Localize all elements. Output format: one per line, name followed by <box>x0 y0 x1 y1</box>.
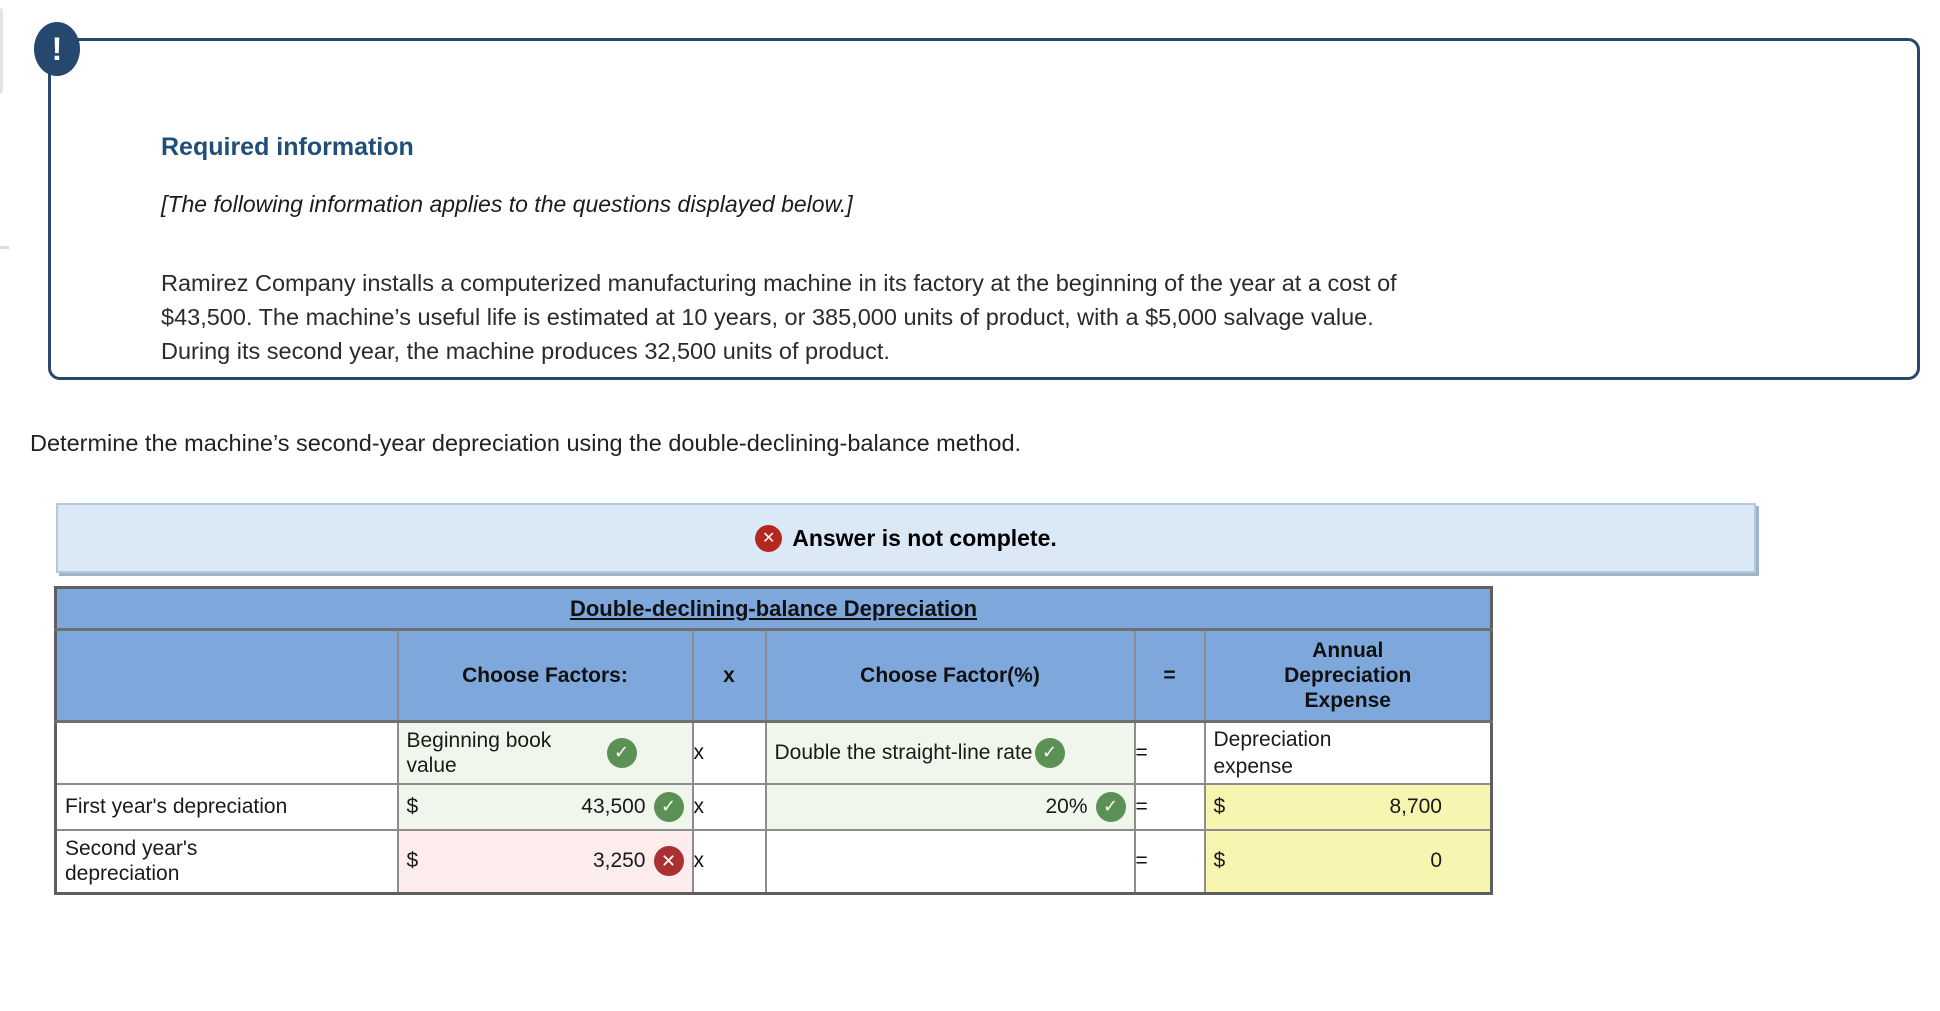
factor-input-cell[interactable]: $ 43,500 ✓ <box>396 782 694 831</box>
table-row: Beginning book value ✓ x Double the stra… <box>54 720 1493 785</box>
left-edge-divider <box>0 8 3 94</box>
currency-symbol: $ <box>1213 794 1226 818</box>
factor-dropdown-cell[interactable]: Beginning book value ✓ <box>396 720 694 785</box>
depreciation-table: Double-declining-balance Depreciation Ch… <box>54 586 1493 895</box>
answer-status-banner: ✕ Answer is not complete. <box>56 503 1756 573</box>
row-label-cell <box>54 720 399 785</box>
currency-symbol: $ <box>406 794 419 818</box>
left-edge-divider <box>0 246 9 249</box>
required-information-panel: Required information [The following info… <box>48 38 1920 380</box>
row-label-cell: Second year's depreciation <box>54 828 399 895</box>
row-label-cell: First year's depreciation <box>54 782 399 831</box>
applies-to-questions-note: [The following information applies to th… <box>161 191 853 217</box>
annual-computed-value: 8,700 <box>1389 794 1442 818</box>
table-title-cell: Double-declining-balance Depreciation <box>54 586 1493 631</box>
problem-statement: Ramirez Company installs a computerized … <box>161 266 1861 368</box>
factor-input-value[interactable]: 3,250 <box>418 849 646 873</box>
header-choose-factor-percent: Choose Factor(%) <box>764 628 1136 723</box>
answer-status-text: Answer is not complete. <box>792 524 1057 551</box>
table-title-row: Double-declining-balance Depreciation <box>54 586 1493 631</box>
header-choose-factors: Choose Factors: <box>396 628 694 723</box>
correct-icon: ✓ <box>1095 791 1126 822</box>
annual-computed-value: 0 <box>1430 849 1442 873</box>
header-equals: = <box>1133 628 1206 723</box>
problem-statement-line: $43,500. The machine’s useful life is es… <box>161 304 1374 330</box>
correct-icon: ✓ <box>606 737 637 768</box>
problem-statement-line: During its second year, the machine prod… <box>161 338 890 364</box>
factor-selected-value[interactable]: Beginning book value <box>407 728 607 778</box>
times-operator: x <box>691 720 767 785</box>
table-row: Second year's depreciation $ 3,250 ✕ x =… <box>54 828 1493 895</box>
page: ! Required information [The following in… <box>0 0 1940 1011</box>
correct-icon: ✓ <box>1034 737 1065 768</box>
header-blank <box>54 628 399 723</box>
correct-icon: ✓ <box>653 791 684 822</box>
currency-symbol: $ <box>406 849 419 873</box>
incorrect-icon: ✕ <box>755 524 783 552</box>
header-times: x <box>691 628 767 723</box>
rate-input-cell[interactable]: 20% ✓ <box>764 782 1136 831</box>
table-header-row: Choose Factors: x Choose Factor(%) = Ann… <box>54 628 1493 723</box>
rate-selected-value[interactable]: Double the straight-line rate <box>775 740 1035 765</box>
exclamation-icon: ! <box>34 22 80 76</box>
currency-symbol: $ <box>1213 849 1226 873</box>
incorrect-icon: ✕ <box>653 846 684 877</box>
annual-computed-cell: $ 8,700 <box>1203 782 1493 831</box>
times-operator: x <box>691 782 767 831</box>
rate-dropdown-cell[interactable]: Double the straight-line rate ✓ <box>764 720 1136 785</box>
factor-input-cell[interactable]: $ 3,250 ✕ <box>396 828 694 895</box>
header-annual-depreciation-expense-text: Annual Depreciation Expense <box>1284 639 1412 712</box>
header-annual-depreciation-expense: Annual Depreciation Expense <box>1203 628 1493 723</box>
equals-operator: = <box>1133 720 1206 785</box>
table-row: First year's depreciation $ 43,500 ✓ x 2… <box>54 782 1493 831</box>
problem-statement-line: Ramirez Company installs a computerized … <box>161 270 1397 296</box>
required-information-heading: Required information <box>161 133 414 161</box>
annual-label-text: Depreciation expense <box>1213 727 1332 778</box>
factor-input-value[interactable]: 43,500 <box>418 795 645 819</box>
annual-computed-cell: $ 0 <box>1203 828 1493 895</box>
times-operator: x <box>691 828 767 895</box>
question-prompt: Determine the machine’s second-year depr… <box>30 430 1022 456</box>
rate-input-value[interactable]: 20% <box>775 795 1087 819</box>
row-label: Second year's depreciation <box>65 837 198 886</box>
equals-operator: = <box>1133 828 1206 895</box>
rate-input-cell[interactable] <box>764 828 1136 895</box>
equals-operator: = <box>1133 782 1206 831</box>
annual-label-cell: Depreciation expense <box>1203 720 1493 785</box>
row-label: First year's depreciation <box>65 795 288 818</box>
table-title: Double-declining-balance Depreciation <box>569 595 978 621</box>
